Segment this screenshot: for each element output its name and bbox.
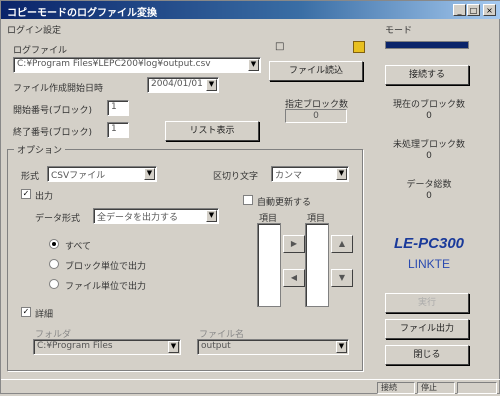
record-count-value: 0 [285,109,347,123]
auto-update-label: 自動更新する [257,198,312,208]
folder-dropdown-icon[interactable]: ▼ [168,341,179,353]
status-cell-state: 停止 [417,382,455,394]
connect-button[interactable]: 接続する [385,65,469,85]
start-date-dropdown-icon[interactable]: ▼ [206,79,217,91]
delimiter-value: カンマ [275,171,303,181]
pending-block-value: 0 [426,151,432,161]
radio-file[interactable] [49,279,59,289]
output-checkbox-label: 出力 [35,192,54,202]
log-file-dropdown-icon[interactable]: ▼ [248,59,259,71]
current-block-label: 現在のブロック数 [392,100,465,110]
close-window-button[interactable]: × [483,4,496,16]
mode-group-title: モード [385,26,413,36]
auto-update-checkbox[interactable] [243,195,253,205]
file-name-value: output [201,341,231,351]
move-right-arrow-icon[interactable]: ▶ [283,235,305,253]
data-total-value: 0 [426,191,432,201]
delimiter-label: 区切り文字 [213,172,259,182]
status-cell-extra [457,382,497,394]
pending-block-label: 未処理ブロック数 [392,140,465,150]
close-button[interactable]: 閉じる [385,345,469,365]
run-button[interactable]: 実行 [385,293,469,313]
start-date-label: ファイル作成開始日時 [13,84,104,94]
log-file-input[interactable]: C:¥Program Files¥LEPC200¥log¥output.csv … [13,57,261,73]
status-cell-connection: 接続 [377,382,415,394]
format-select[interactable]: CSVファイル ▼ [47,166,157,182]
detail-checkbox-label: 詳細 [35,310,54,320]
start-number-input[interactable]: 1 [107,100,129,116]
load-file-button[interactable]: ファイル読込 [269,61,363,81]
maximize-button[interactable]: □ [467,4,480,16]
file-name-dropdown-icon[interactable]: ▼ [336,341,347,353]
delimiter-select[interactable]: カンマ ▼ [271,166,349,182]
radio-all-label: すべて [65,242,92,252]
move-up-arrow-icon[interactable]: ▲ [331,235,353,253]
mode-progress-bar [385,41,469,49]
start-date-value: 2004/01/01 [151,79,203,89]
log-file-value: C:¥Program Files¥LEPC200¥log¥output.csv [17,59,211,69]
status-lamp-icon [353,41,365,53]
window-title: コピーモードのログファイル変換 [7,8,157,19]
folder-input[interactable]: C:¥Program Files ▼ [33,339,181,355]
column1-list[interactable] [257,223,281,307]
folder-icon: □ [275,41,285,52]
log-file-label: ログファイル [13,46,68,56]
output-checkbox[interactable]: ✓ [21,189,31,199]
minimize-button[interactable]: _ [453,4,466,16]
move-down-arrow-icon[interactable]: ▼ [331,269,353,287]
delimiter-dropdown-icon[interactable]: ▼ [336,168,347,180]
radio-all[interactable] [49,239,59,249]
app-window: コピーモードのログファイル変換 _ □ × ログイン設定 ログファイル C:¥P… [0,0,500,394]
start-date-input[interactable]: 2004/01/01 ▼ [147,77,219,93]
file-output-button[interactable]: ファイル出力 [385,319,469,339]
column2-list[interactable] [305,223,329,307]
current-block-value: 0 [426,111,432,121]
end-number-input[interactable]: 1 [107,122,129,138]
title-bar: コピーモードのログファイル変換 _ □ × [1,1,500,19]
radio-block-label: ブロック単位で出力 [65,262,147,272]
data-type-select[interactable]: 全データを出力する ▼ [93,208,219,224]
format-label: 形式 [21,172,40,182]
data-type-value: 全データを出力する [97,213,179,223]
settings-group-title: ログイン設定 [7,26,62,36]
end-number-label: 終了番号(ブロック) [13,128,93,138]
detail-checkbox[interactable]: ✓ [21,307,31,317]
data-type-dropdown-icon[interactable]: ▼ [206,210,217,222]
format-dropdown-icon[interactable]: ▼ [144,168,155,180]
radio-block[interactable] [49,259,59,269]
data-total-label: データ総数 [406,180,452,190]
data-type-label: データ形式 [35,214,81,224]
format-value: CSVファイル [51,171,106,181]
folder-value: C:¥Program Files [37,341,113,351]
start-number-label: 開始番号(ブロック) [13,106,93,116]
radio-file-label: ファイル単位で出力 [65,282,147,292]
list-view-button[interactable]: リスト表示 [165,121,259,141]
move-left-arrow-icon[interactable]: ◀ [283,269,305,287]
file-name-input[interactable]: output ▼ [197,339,349,355]
status-bar: 接続 停止 [1,379,500,396]
options-group-title: オプション [14,143,66,156]
brand-logo: LINKTE [407,257,450,271]
product-logo: LE-PC300 [393,235,465,252]
